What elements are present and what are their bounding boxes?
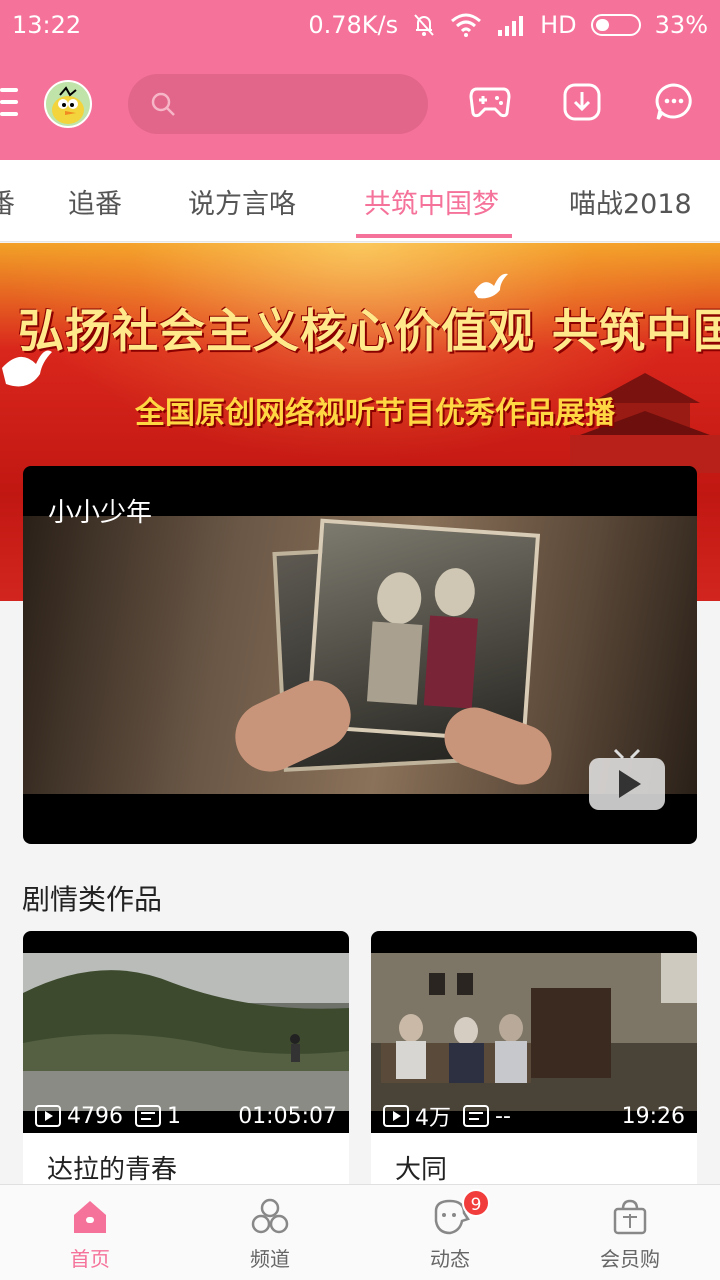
play-count: 4796 (35, 1104, 123, 1129)
app-screen: 13:22 0.78K/s HD 33% 番 追番 说方言咯 共筑中国梦 喵战2… (0, 0, 720, 1280)
tab-dialect[interactable]: 说方言咯 (188, 182, 296, 221)
download-icon[interactable] (560, 80, 604, 124)
network-type: HD (540, 11, 577, 39)
nav-member-shop[interactable]: 会员购 (540, 1185, 720, 1280)
nav-activity[interactable]: 9 动态 (360, 1185, 540, 1280)
featured-title: 小小少年 (48, 498, 153, 528)
status-right: 0.78K/s HD 33% (308, 11, 708, 39)
search-input[interactable] (128, 74, 428, 134)
battery-fill (595, 19, 609, 31)
network-speed: 0.78K/s (308, 11, 399, 39)
shopping-bag-icon (613, 1199, 647, 1235)
video-title: 大同 (395, 1155, 448, 1185)
video-card[interactable]: 4万 -- 19:26 大同 (371, 931, 697, 1191)
nav-label: 动态 (430, 1247, 470, 1271)
banner-headline: 弘扬社会主义核心价值观 共筑中国梦 (18, 304, 720, 358)
duration: 01:05:07 (238, 1103, 337, 1129)
mute-bell-icon (412, 12, 436, 38)
active-tab-indicator (356, 234, 512, 238)
game-controller-icon[interactable] (468, 80, 512, 124)
tv-play-icon[interactable] (587, 748, 667, 814)
nav-label: 会员购 (600, 1247, 660, 1271)
tab-zhuifan[interactable]: 追番 (68, 182, 122, 221)
video-thumbnail: 4万 -- 19:26 (371, 931, 697, 1133)
signal-icon (496, 14, 526, 36)
nav-label: 首页 (70, 1247, 110, 1271)
danmaku-count: 1 (135, 1104, 181, 1129)
featured-video-card[interactable]: 小小少年 (23, 466, 697, 844)
category-tabs: 番 追番 说方言咯 共筑中国梦 喵战2018 (0, 160, 720, 242)
thumbnail-landscape (23, 953, 349, 1111)
tab-miaozhan[interactable]: 喵战2018 (569, 182, 692, 221)
home-icon (74, 1201, 106, 1233)
message-icon[interactable] (652, 80, 696, 124)
wifi-icon (450, 13, 482, 37)
play-count-value: 4796 (67, 1103, 123, 1129)
channel-icon (251, 1198, 289, 1234)
battery-icon (590, 14, 641, 36)
video-meta: 4万 -- 19:26 (371, 1099, 697, 1133)
nav-channel[interactable]: 频道 (180, 1185, 360, 1280)
status-bar: 13:22 0.78K/s HD 33% (0, 0, 720, 50)
danmaku-count: -- (463, 1104, 511, 1129)
play-count: 4万 (383, 1100, 451, 1132)
thumbnail-room (371, 953, 697, 1111)
duration: 19:26 (621, 1103, 685, 1129)
play-count-icon (35, 1105, 61, 1127)
danmaku-count-value: -- (495, 1103, 511, 1129)
nav-label: 频道 (250, 1247, 290, 1271)
battery-percent: 33% (654, 11, 708, 39)
video-title: 达拉的青春 (47, 1155, 178, 1185)
danmaku-icon (135, 1105, 161, 1127)
play-count-value: 4万 (415, 1106, 451, 1131)
search-icon (150, 91, 176, 121)
section-title: 剧情类作品 (22, 883, 163, 916)
tab-china-dream[interactable]: 共筑中国梦 (364, 182, 499, 221)
video-thumbnail: 4796 1 01:05:07 (23, 931, 349, 1133)
thumbnail-hand (436, 698, 560, 794)
avatar[interactable] (44, 80, 92, 128)
nav-home[interactable]: 首页 (0, 1185, 180, 1280)
notification-badge: 9 (462, 1189, 490, 1217)
banner-subline: 全国原创网络视听节目优秀作品展播 (135, 396, 615, 431)
video-card[interactable]: 4796 1 01:05:07 达拉的青春 (23, 931, 349, 1191)
play-count-icon (383, 1105, 409, 1127)
video-meta: 4796 1 01:05:07 (23, 1099, 349, 1133)
menu-icon[interactable] (0, 88, 18, 118)
danmaku-count-value: 1 (167, 1103, 181, 1129)
status-time: 13:22 (12, 11, 82, 39)
bottom-nav: 首页 频道 9 动态 会员购 (0, 1184, 720, 1280)
tab-partial[interactable]: 番 (0, 182, 15, 221)
danmaku-icon (463, 1105, 489, 1127)
app-header (0, 50, 720, 160)
